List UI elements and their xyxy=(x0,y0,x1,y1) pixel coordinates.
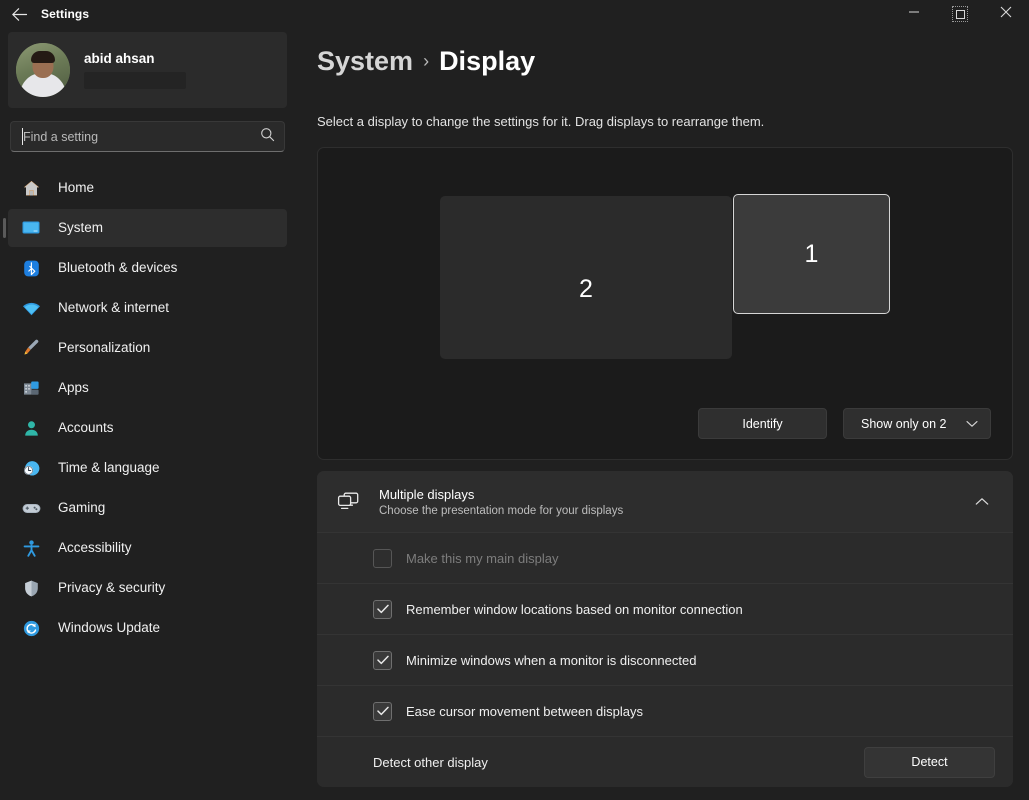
title-bar: Settings xyxy=(0,0,1029,28)
chevron-down-icon xyxy=(966,420,978,428)
minimize-button[interactable] xyxy=(891,0,937,28)
monitor-thumbnail-1[interactable]: 1 xyxy=(733,194,890,314)
display-hint-text: Select a display to change the settings … xyxy=(317,114,765,129)
checkbox-minimize-windows[interactable] xyxy=(373,650,392,670)
sidebar-nav: Home System Bluetooth & devices Network … xyxy=(3,169,287,647)
breadcrumb-separator-icon: › xyxy=(423,51,430,71)
sidebar-item-label: System xyxy=(58,220,104,236)
settings-window: Settings abid ahsan Find a setting Home … xyxy=(0,0,1029,800)
multiple-displays-subtitle: Choose the presentation mode for your di… xyxy=(379,504,624,517)
multiple-displays-icon xyxy=(333,491,363,512)
sidebar-item-label: Apps xyxy=(58,380,89,396)
sidebar-item-network-internet[interactable]: Network & internet xyxy=(8,289,287,327)
page-title: Display xyxy=(439,46,536,76)
search-container xyxy=(10,121,285,152)
sidebar-item-personalization[interactable]: Personalization xyxy=(8,329,287,367)
update-refresh-icon xyxy=(20,617,42,639)
window-body: abid ahsan Find a setting Home System Bl… xyxy=(0,28,1029,800)
system-monitor-icon xyxy=(20,217,42,239)
sidebar-item-label: Accessibility xyxy=(58,540,132,556)
option-row-ease-cursor-movement[interactable]: Ease cursor movement between displays xyxy=(317,685,1013,736)
detect-button[interactable]: Detect xyxy=(864,746,995,778)
identify-button[interactable]: Identify xyxy=(698,408,827,439)
checkbox-remember-window-locations[interactable] xyxy=(373,599,392,619)
close-icon xyxy=(1000,5,1012,23)
option-label: Minimize windows when a monitor is disco… xyxy=(406,652,697,668)
gamepad-icon xyxy=(20,497,42,519)
paintbrush-icon xyxy=(20,337,42,359)
text-caret xyxy=(22,128,23,145)
display-mode-value: Show only on 2 xyxy=(861,416,947,431)
search-input[interactable] xyxy=(10,121,285,152)
avatar xyxy=(16,43,70,97)
option-label: Remember window locations based on monit… xyxy=(406,601,743,617)
option-row-make-main-display[interactable]: Make this my main display xyxy=(317,532,1013,583)
close-button[interactable] xyxy=(983,0,1029,28)
maximize-icon xyxy=(952,6,968,22)
sidebar-item-label: Privacy & security xyxy=(58,580,166,596)
person-icon xyxy=(20,417,42,439)
window-controls xyxy=(891,0,1029,28)
minimize-icon xyxy=(908,5,920,23)
checkbox-ease-cursor-movement[interactable] xyxy=(373,701,392,721)
profile-email-redacted xyxy=(84,72,186,89)
sidebar-item-privacy-security[interactable]: Privacy & security xyxy=(8,569,287,607)
sidebar-item-system[interactable]: System xyxy=(3,209,287,247)
sidebar-item-label: Home xyxy=(58,180,95,196)
main-content: System › Display Select a display to cha… xyxy=(295,28,1029,800)
sidebar: abid ahsan Find a setting Home System Bl… xyxy=(0,28,295,800)
profile-card[interactable]: abid ahsan xyxy=(8,32,287,108)
sidebar-item-apps[interactable]: Apps xyxy=(8,369,287,407)
sidebar-item-label: Gaming xyxy=(58,500,106,516)
multiple-displays-header[interactable]: Multiple displays Choose the presentatio… xyxy=(317,471,1013,532)
clock-globe-icon xyxy=(20,457,42,479)
option-row-remember-window-locations[interactable]: Remember window locations based on monit… xyxy=(317,583,1013,634)
sidebar-item-label: Windows Update xyxy=(58,620,161,636)
sidebar-item-gaming[interactable]: Gaming xyxy=(8,489,287,527)
detect-other-display-row: Detect other display Detect xyxy=(317,736,1013,787)
checkbox-make-main-display[interactable] xyxy=(373,548,392,568)
sidebar-item-label: Time & language xyxy=(58,460,160,476)
breadcrumb-parent[interactable]: System xyxy=(317,46,413,77)
profile-name: abid ahsan xyxy=(84,51,155,66)
sidebar-item-label: Bluetooth & devices xyxy=(58,260,178,276)
bluetooth-icon xyxy=(20,257,42,279)
option-label: Make this my main display xyxy=(406,550,559,566)
sidebar-item-label: Accounts xyxy=(58,420,114,436)
shield-icon xyxy=(20,577,42,599)
sidebar-item-accounts[interactable]: Accounts xyxy=(8,409,287,447)
breadcrumb: System › Display xyxy=(317,46,1013,77)
monitor-thumbnail-2[interactable]: 2 xyxy=(440,196,732,359)
sidebar-item-accessibility[interactable]: Accessibility xyxy=(8,529,287,567)
back-button[interactable] xyxy=(0,0,38,28)
accessibility-person-icon xyxy=(20,537,42,559)
maximize-button[interactable] xyxy=(937,0,983,28)
multiple-displays-card: Multiple displays Choose the presentatio… xyxy=(317,471,1013,787)
back-arrow-icon xyxy=(11,7,28,22)
app-title: Settings xyxy=(41,7,90,21)
option-label: Ease cursor movement between displays xyxy=(406,703,644,719)
sidebar-item-home[interactable]: Home xyxy=(8,169,287,207)
monitor-number: 1 xyxy=(804,239,819,268)
arrangement-actions: Identify Show only on 2 xyxy=(698,408,991,439)
sidebar-item-windows-update[interactable]: Windows Update xyxy=(8,609,287,647)
wifi-icon xyxy=(20,297,42,319)
display-arrangement-canvas[interactable]: 2 1 Identify Show only on 2 xyxy=(317,147,1013,460)
detect-other-display-label: Detect other display xyxy=(373,754,488,770)
apps-grid-icon xyxy=(20,377,42,399)
sidebar-item-bluetooth-devices[interactable]: Bluetooth & devices xyxy=(8,249,287,287)
display-mode-dropdown[interactable]: Show only on 2 xyxy=(843,408,991,439)
monitor-number: 2 xyxy=(579,275,593,303)
sidebar-item-label: Personalization xyxy=(58,340,151,356)
sidebar-item-label: Network & internet xyxy=(58,300,170,316)
multiple-displays-title: Multiple displays xyxy=(379,486,475,502)
sidebar-item-time-language[interactable]: Time & language xyxy=(8,449,287,487)
chevron-up-icon[interactable] xyxy=(969,491,995,512)
home-icon xyxy=(20,177,42,199)
option-row-minimize-windows[interactable]: Minimize windows when a monitor is disco… xyxy=(317,634,1013,685)
